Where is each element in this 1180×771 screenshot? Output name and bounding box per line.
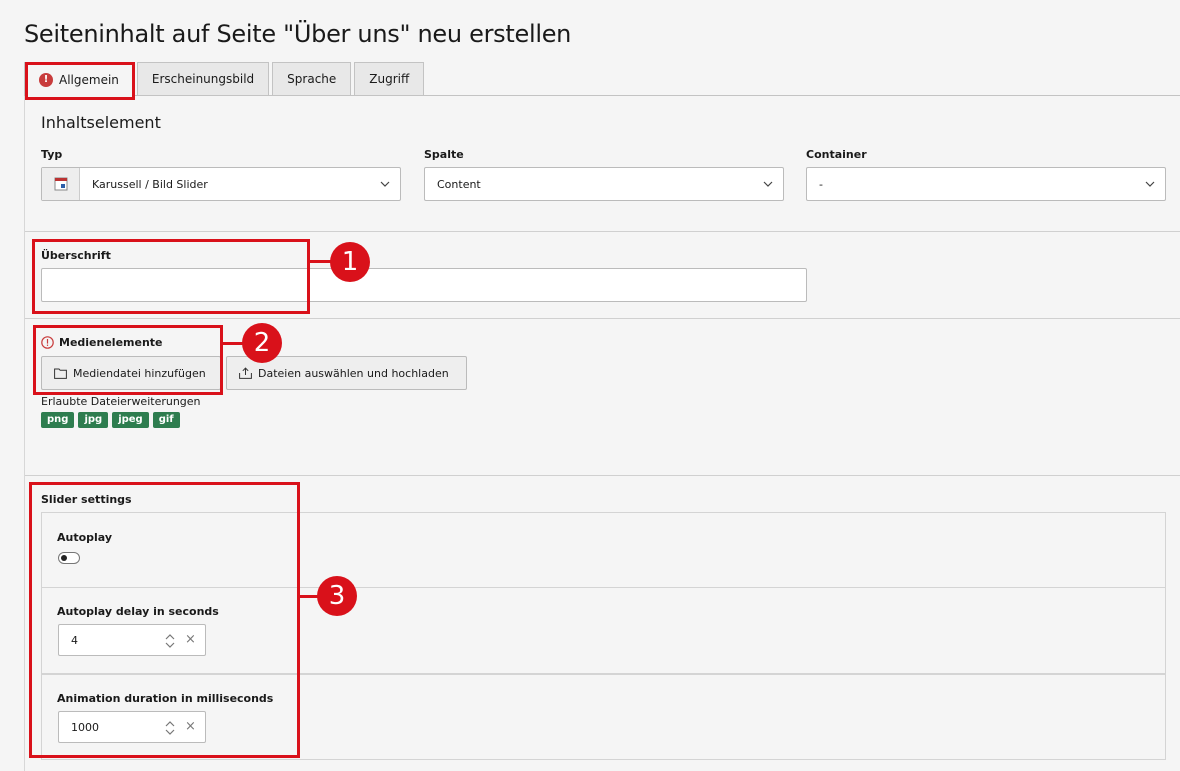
annotation-box-tab [25,62,135,100]
inhaltselement-section: Inhaltselement Typ Karussell / Bild Slid… [25,96,1180,232]
container-label: Container [806,148,867,161]
extension-badge: jpeg [112,412,149,428]
upload-files-label: Dateien auswählen und hochladen [258,366,449,380]
typ-select[interactable]: Karussell / Bild Slider [41,167,401,201]
page-title: Seiteninhalt auf Seite "Über uns" neu er… [24,20,572,48]
annotation-marker-2: 2 [242,323,282,363]
chevron-down-icon [370,181,400,187]
tab-label: Zugriff [369,72,410,86]
tab-label: Sprache [287,72,337,86]
upload-icon [239,367,252,379]
chevron-down-icon [753,181,783,187]
annotation-marker-3: 3 [317,576,357,616]
chevron-down-icon [1135,181,1165,187]
annotation-line-2 [222,342,244,345]
section-heading: Inhaltselement [41,113,161,132]
annotation-line-3 [299,595,319,598]
tab-erscheinungsbild[interactable]: Erscheinungsbild [136,62,270,96]
extension-badge: png [41,412,75,428]
annotation-box-1 [32,239,310,314]
typ-label: Typ [41,148,63,161]
tab-sprache[interactable]: Sprache [272,62,352,96]
spalte-select[interactable]: Content [424,167,784,201]
tab-label: Erscheinungsbild [151,72,255,86]
annotation-marker-1: 1 [330,242,370,282]
content-type-icon [42,168,80,200]
extension-badge: gif [152,412,180,428]
extension-badges: png jpg jpeg gif [41,412,180,428]
spalte-label: Spalte [424,148,464,161]
extension-badge: jpg [78,412,109,428]
tab-zugriff[interactable]: Zugriff [354,62,425,96]
allowed-extensions-label: Erlaubte Dateierweiterungen [41,395,201,408]
spalte-value: Content [437,177,481,191]
annotation-box-3 [29,482,300,758]
container-value: - [819,177,823,191]
container-select[interactable]: - [806,167,1166,201]
annotation-box-2 [33,325,223,395]
typ-value: Karussell / Bild Slider [92,177,208,191]
